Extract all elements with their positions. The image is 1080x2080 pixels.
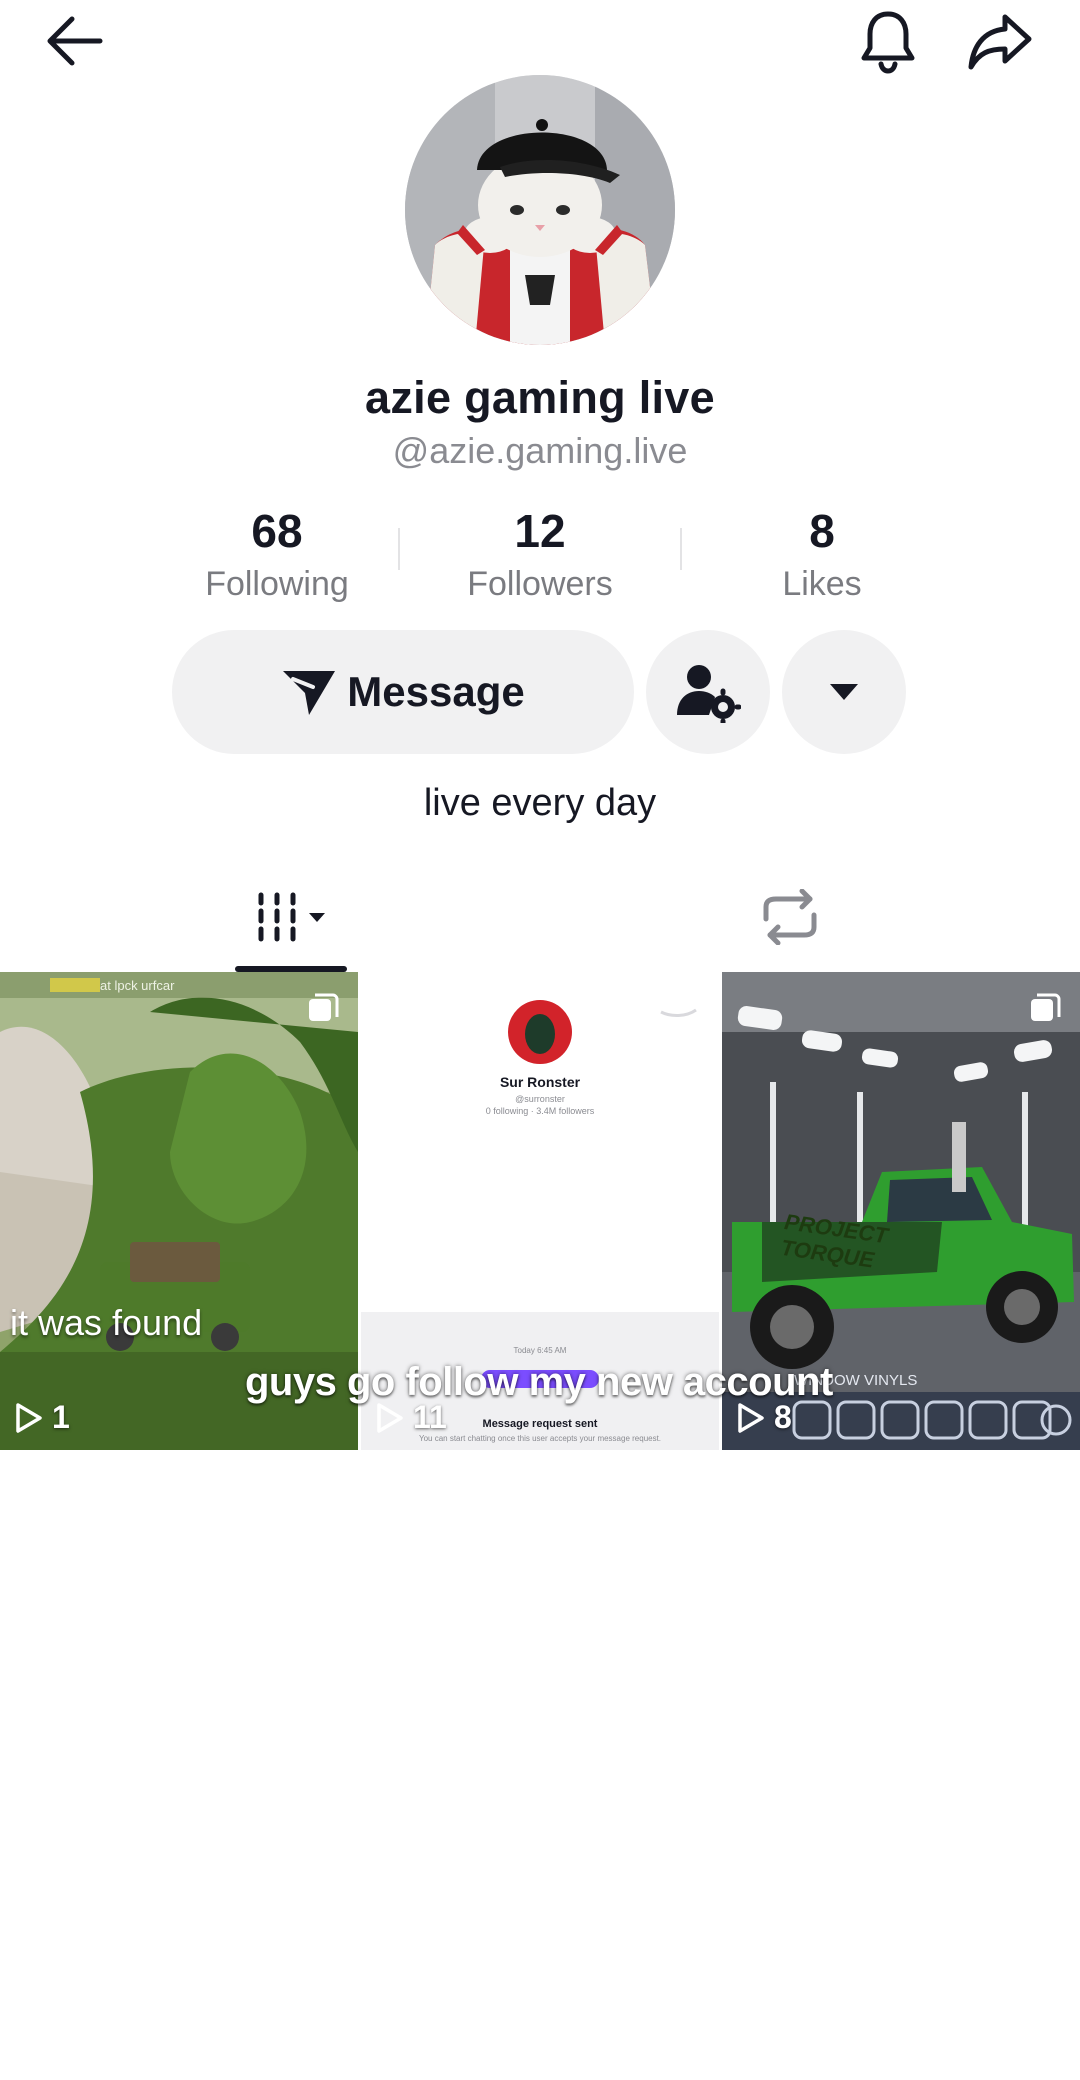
repost-icon bbox=[763, 889, 817, 945]
message-button[interactable]: Message bbox=[172, 630, 634, 754]
profile-actions: Message bbox=[0, 630, 1080, 754]
screen-profile-name: Sur Ronster bbox=[499, 1074, 581, 1090]
followers-count: 12 bbox=[514, 505, 566, 557]
bell-icon bbox=[861, 11, 915, 74]
screen-time: Today 6:45 AM bbox=[513, 1346, 567, 1355]
likes-label: Likes bbox=[782, 565, 862, 603]
overlay-caption: guys go follow my new account bbox=[245, 1360, 833, 1404]
play-icon bbox=[738, 1402, 764, 1433]
grid-bars-icon bbox=[258, 892, 325, 942]
following-label: Following bbox=[205, 565, 349, 603]
followers-stat[interactable]: 12 Followers bbox=[420, 505, 660, 607]
tab-videos[interactable] bbox=[236, 882, 346, 952]
caret-down-icon bbox=[830, 684, 858, 700]
video-caption: it was found bbox=[10, 1302, 203, 1343]
share-arrow-icon bbox=[968, 14, 1032, 70]
tab-reposts[interactable] bbox=[740, 882, 840, 952]
more-options-button[interactable] bbox=[782, 630, 906, 754]
pinned-icon bbox=[309, 993, 339, 1021]
cat-in-cap-avatar bbox=[405, 75, 675, 345]
message-label: Message bbox=[347, 668, 525, 715]
friend-settings-button[interactable] bbox=[646, 630, 770, 754]
profile-stats: 68 Following 12 Followers 8 Likes bbox=[140, 505, 940, 605]
likes-count: 8 bbox=[809, 505, 835, 557]
notifications-button[interactable] bbox=[852, 4, 924, 78]
pinned-icon bbox=[1031, 993, 1061, 1021]
profile-tabs bbox=[0, 862, 1080, 972]
play-icon bbox=[16, 1402, 42, 1433]
display-name: azie gaming live bbox=[365, 372, 715, 423]
share-button[interactable] bbox=[962, 4, 1038, 78]
send-plane-icon bbox=[283, 671, 336, 715]
view-count: 1 bbox=[14, 1399, 70, 1436]
arrow-left-icon bbox=[47, 16, 103, 66]
likes-stat[interactable]: 8 Likes bbox=[702, 505, 942, 607]
top-bar bbox=[0, 0, 1080, 80]
back-button[interactable] bbox=[36, 6, 112, 76]
stats-divider bbox=[398, 528, 400, 570]
followers-label: Followers bbox=[467, 565, 613, 603]
game-header-text: at lpck urfcar bbox=[100, 978, 175, 993]
avatar[interactable] bbox=[405, 75, 675, 345]
following-count: 68 bbox=[251, 505, 303, 557]
following-stat[interactable]: 68 Following bbox=[157, 505, 397, 607]
screen-profile-counts: 0 following · 3.4M followers bbox=[485, 1106, 595, 1116]
profile-bio: live every day bbox=[423, 782, 657, 824]
user-gear-icon bbox=[677, 665, 741, 723]
username-handle: @azie.gaming.live bbox=[392, 430, 688, 471]
stats-divider bbox=[680, 528, 682, 570]
screen-profile-handle: @surronster bbox=[515, 1094, 565, 1104]
view-count-value: 1 bbox=[52, 1399, 70, 1435]
play-icon bbox=[377, 1402, 403, 1433]
